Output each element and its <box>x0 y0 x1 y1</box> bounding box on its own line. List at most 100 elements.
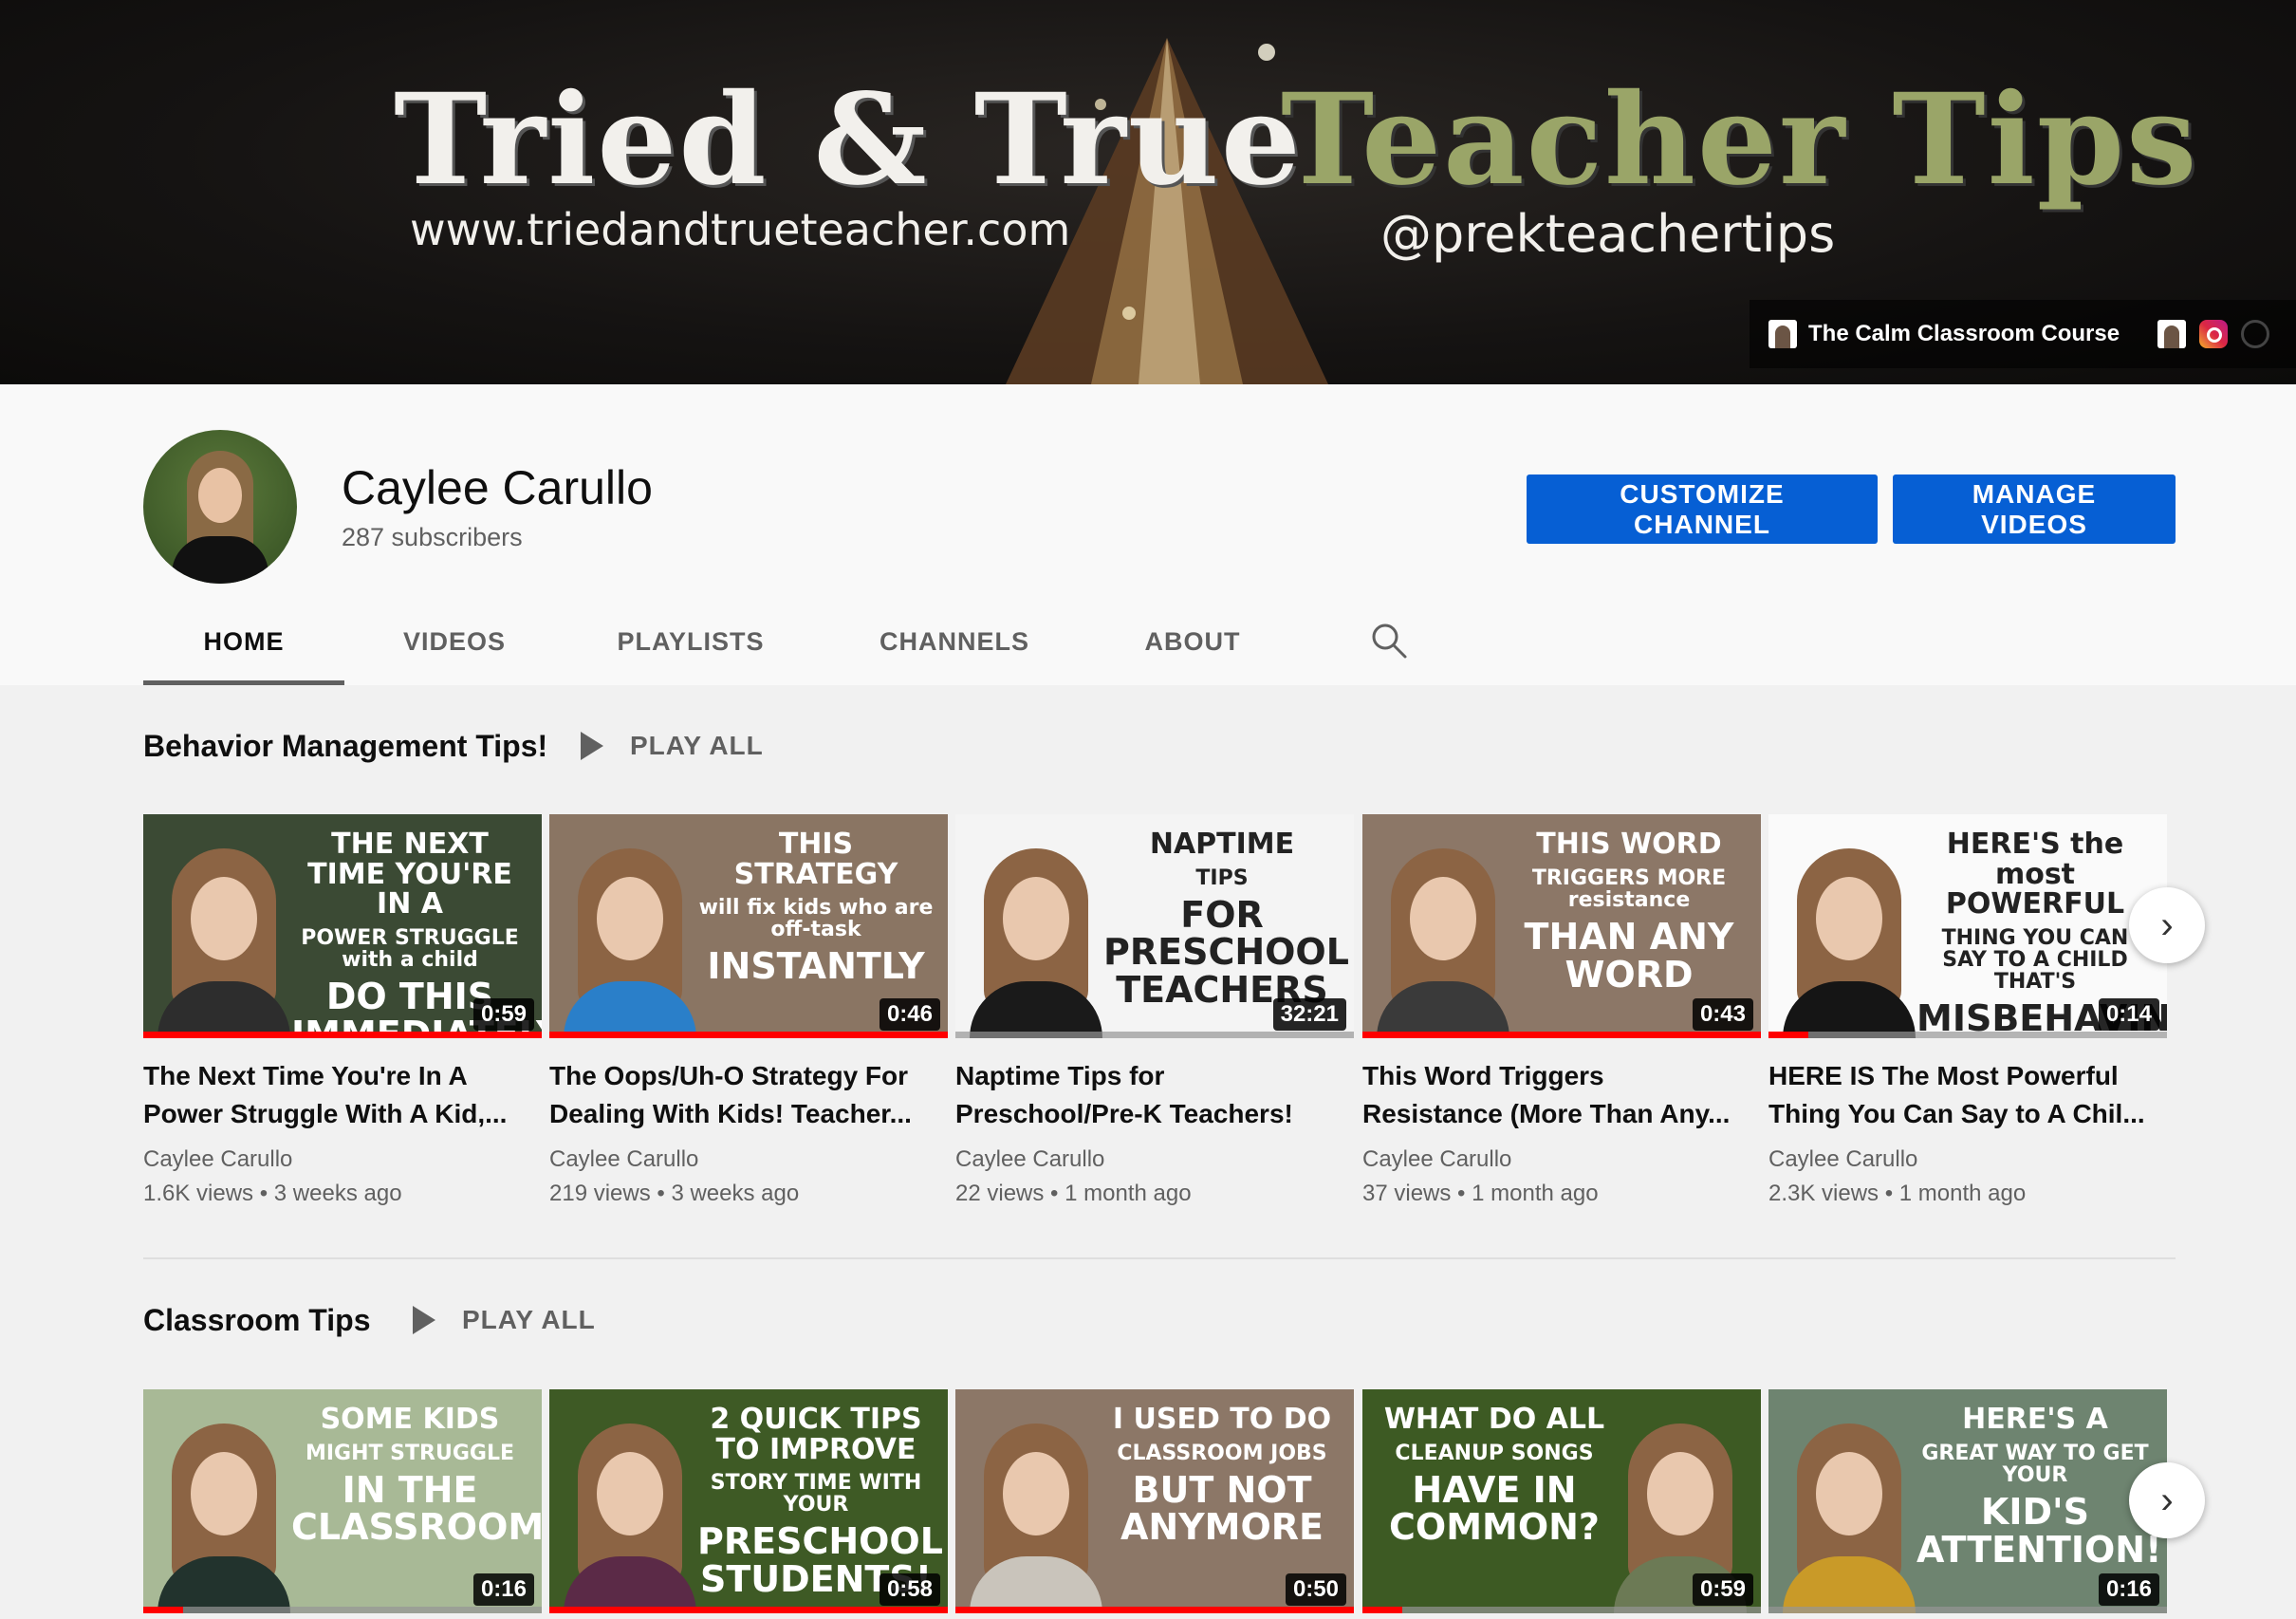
thumbnail-text: HERE'S A GREAT WAY TO GET YOUR KID'S ATTEN… <box>1916 1405 2162 1571</box>
globe-icon[interactable] <box>2241 320 2270 348</box>
video-channel[interactable]: Caylee Carullo <box>1768 1146 2167 1173</box>
video-thumbnail[interactable]: NAPTIME TIPS FOR PRESCHOOL TEACHERS 32:21 <box>955 814 1354 1038</box>
thumbnail-line: THIS STRATEGY <box>733 828 898 891</box>
thumbnail-line: 2 QUICK TIPS TO IMPROVE <box>710 1403 922 1466</box>
banner-url: www.triedandtrueteacher.com <box>410 204 1071 255</box>
progress-track <box>1362 1607 1761 1613</box>
tab-home[interactable]: HOME <box>143 598 344 685</box>
progress-track <box>955 1032 1354 1038</box>
shelf-title-classroom[interactable]: Classroom Tips <box>143 1303 370 1338</box>
video-card[interactable]: THIS WORD TRIGGERS MORE resistance THAN AN… <box>1362 814 1761 1207</box>
video-title-line: This Word Triggers <box>1362 1061 1604 1090</box>
play-all-button[interactable]: PLAY ALL <box>413 1305 596 1335</box>
instagram-icon[interactable] <box>2199 320 2229 348</box>
banner-handle: @prekteachertips <box>1380 204 1836 264</box>
manage-videos-button[interactable]: MANAGE VIDEOS <box>1893 475 2176 544</box>
chevron-right-icon[interactable]: › <box>2129 887 2205 963</box>
video-card[interactable]: HERE'S the most POWERFUL THING YOU CAN SA… <box>1768 814 2167 1207</box>
video-thumbnail[interactable]: THIS STRATEGY will fix kids who are off-t… <box>549 814 948 1038</box>
play-icon <box>413 1306 435 1334</box>
video-thumbnail[interactable]: HERE'S the most POWERFUL THING YOU CAN SA… <box>1768 814 2167 1038</box>
tab-playlists[interactable]: PLAYLISTS <box>565 598 817 685</box>
thumbnail-person <box>965 1424 1107 1613</box>
video-duration: 0:43 <box>1692 998 1753 1031</box>
thumbnail-line: TIPS <box>1195 865 1249 890</box>
watch-progress-bar <box>955 1607 1354 1613</box>
video-thumbnail[interactable]: WHAT DO ALL CLEANUP SONGS HAVE IN COMMON? 0… <box>1362 1389 1761 1613</box>
video-duration: 0:16 <box>2098 1573 2159 1606</box>
video-title[interactable]: This Word Triggers Resistance (More Than … <box>1362 1057 1761 1133</box>
video-duration: 0:50 <box>1285 1573 1346 1606</box>
thumbnail-line: CLASSROOM JOBS <box>1117 1441 1327 1465</box>
thumbnail-line: STORY TIME WITH YOUR <box>710 1471 922 1517</box>
customize-channel-button[interactable]: CUSTOMIZE CHANNEL <box>1527 475 1878 544</box>
progress-track <box>1768 1032 2167 1038</box>
video-meta: 22 views • 1 month ago <box>955 1181 1192 1206</box>
tab-about[interactable]: ABOUT <box>1092 598 1293 685</box>
video-card[interactable]: HERE'S A GREAT WAY TO GET YOUR KID'S ATTEN… <box>1768 1389 2167 1613</box>
video-duration: 32:21 <box>1272 998 1346 1031</box>
video-card[interactable]: THIS STRATEGY will fix kids who are off-t… <box>549 814 948 1207</box>
video-channel[interactable]: Caylee Carullo <box>549 1146 948 1173</box>
video-card[interactable]: I USED TO DO CLASSROOM JOBS BUT NOT ANYMOR… <box>955 1389 1354 1613</box>
chevron-right-icon[interactable]: › <box>2129 1462 2205 1538</box>
thumbnail-line: FOR PRESCHOOL TEACHERS <box>1103 893 1349 1012</box>
tab-videos[interactable]: VIDEOS <box>344 598 565 685</box>
avatar[interactable] <box>143 430 297 584</box>
thumbnail-person <box>1778 848 1920 1038</box>
video-duration: 0:16 <box>472 1573 534 1606</box>
video-thumbnail[interactable]: THE NEXT TIME YOU'RE IN A POWER STRUGGLE … <box>143 814 542 1038</box>
site-favicon-icon[interactable] <box>2157 320 2187 348</box>
watch-progress-bar <box>1362 1607 1402 1613</box>
video-card[interactable]: SOME KIDS MIGHT STRUGGLE IN THE CLASSROOM.… <box>143 1389 542 1613</box>
shelf-title-behavior[interactable]: Behavior Management Tips! <box>143 729 547 764</box>
video-title[interactable]: The Next Time You're In A Power Struggle … <box>143 1057 542 1133</box>
watch-progress-bar <box>143 1607 183 1613</box>
video-thumbnail[interactable]: I USED TO DO CLASSROOM JOBS BUT NOT ANYMOR… <box>955 1389 1354 1613</box>
video-thumbnail[interactable]: THIS WORD TRIGGERS MORE resistance THAN AN… <box>1362 814 1761 1038</box>
banner-link-course[interactable]: The Calm Classroom Course <box>1768 320 2120 348</box>
thumbnail-line: TRIGGERS MORE resistance <box>1531 865 1727 912</box>
video-channel[interactable]: Caylee Carullo <box>1362 1146 1761 1173</box>
subscriber-count: 287 subscribers <box>342 523 523 551</box>
watch-progress-bar <box>1362 1032 1761 1038</box>
course-favicon-icon <box>1768 320 1797 348</box>
video-title[interactable]: The Oops/Uh-O Strategy For Dealing With K… <box>549 1057 948 1133</box>
play-all-button[interactable]: PLAY ALL <box>581 731 764 761</box>
thumbnail-line: THAN ANY WORD <box>1524 915 1734 996</box>
video-title-line: Dealing With Kids! Teacher... <box>549 1099 912 1128</box>
video-thumbnail[interactable]: 2 QUICK TIPS TO IMPROVE STORY TIME WITH Y… <box>549 1389 948 1613</box>
tab-channels[interactable]: CHANNELS <box>817 598 1092 685</box>
video-duration: 0:58 <box>879 1573 940 1606</box>
search-icon[interactable] <box>1370 622 1408 660</box>
shelf-divider <box>143 1257 2176 1259</box>
video-card[interactable]: NAPTIME TIPS FOR PRESCHOOL TEACHERS 32:21 Na… <box>955 814 1354 1207</box>
video-title-line: Power Struggle With A Kid,... <box>143 1099 508 1128</box>
video-title-line: HERE IS The Most Powerful <box>1768 1061 2119 1090</box>
video-card[interactable]: WHAT DO ALL CLEANUP SONGS HAVE IN COMMON? 0… <box>1362 1389 1761 1613</box>
banner-title-right: Teacher Tips <box>1281 66 2199 214</box>
thumbnail-line: THE NEXT TIME YOU'RE IN A <box>307 828 512 921</box>
video-channel[interactable]: Caylee Carullo <box>143 1146 542 1173</box>
watch-progress-bar <box>1768 1032 1808 1038</box>
thumbnail-line: THING YOU CAN SAY TO A CHILD THAT'S <box>1941 925 2129 994</box>
progress-track <box>143 1607 542 1613</box>
video-duration: 0:46 <box>879 998 940 1031</box>
video-card[interactable]: THE NEXT TIME YOU'RE IN A POWER STRUGGLE … <box>143 814 542 1207</box>
watch-progress-bar <box>549 1607 948 1613</box>
video-card[interactable]: 2 QUICK TIPS TO IMPROVE STORY TIME WITH Y… <box>549 1389 948 1613</box>
thumbnail-line: HAVE IN COMMON? <box>1389 1468 1600 1549</box>
video-meta: 219 views • 3 weeks ago <box>549 1181 800 1206</box>
video-title-line: Resistance (More Than Any... <box>1362 1099 1731 1128</box>
video-title-line: The Next Time You're In A <box>143 1061 468 1090</box>
video-thumbnail[interactable]: HERE'S A GREAT WAY TO GET YOUR KID'S ATTEN… <box>1768 1389 2167 1613</box>
watch-progress-bar <box>143 1032 542 1038</box>
video-title-line: Thing You Can Say to A Chil... <box>1768 1099 2145 1128</box>
video-thumbnail[interactable]: SOME KIDS MIGHT STRUGGLE IN THE CLASSROOM.… <box>143 1389 542 1613</box>
video-title[interactable]: Naptime Tips for Preschool/Pre-K Teachers… <box>955 1057 1354 1133</box>
thumbnail-line: KID'S ATTENTION! <box>1916 1490 2162 1571</box>
thumbnail-person <box>1778 1424 1920 1613</box>
thumbnail-person <box>559 848 701 1038</box>
video-channel[interactable]: Caylee Carullo <box>955 1146 1354 1173</box>
video-title[interactable]: HERE IS The Most Powerful Thing You Can S… <box>1768 1057 2167 1133</box>
